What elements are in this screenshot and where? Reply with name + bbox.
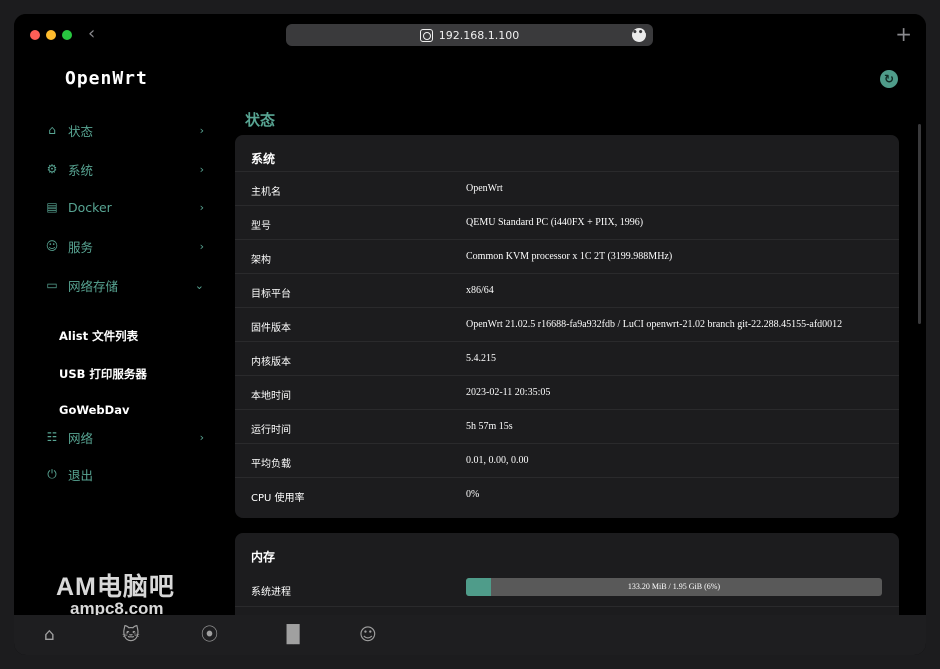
table-row: 型号 QEMU Standard PC (i440FX + PIIX, 1996… xyxy=(235,205,899,239)
brand-logo[interactable]: OpenWrt xyxy=(65,68,148,89)
sidebar-item-label: 网络存储 xyxy=(68,278,119,294)
table-row: 平均负载 0.01, 0.00, 0.00 xyxy=(235,443,899,477)
sidebar-item-services[interactable]: ☺ 服务 › xyxy=(44,235,204,257)
row-key: 本地时间 xyxy=(251,391,291,402)
watermark-logo: AM电脑吧 ampc8.com xyxy=(56,567,175,619)
row-key: 平均负载 xyxy=(251,459,291,470)
sidebar-item-status[interactable]: ⌂ 状态 › xyxy=(44,119,204,141)
table-row: 固件版本 OpenWrt 21.02.5 r16688-fa9a932fdb /… xyxy=(235,307,899,341)
memory-progress-bar: 133.20 MiB / 1.95 GiB (6%) xyxy=(466,578,882,596)
sidebar-subitem-alist[interactable]: Alist 文件列表 xyxy=(59,328,138,344)
row-value: OpenWrt 21.02.5 r16688-fa9a932fdb / LuCI… xyxy=(466,319,843,330)
browser-window: ‹ 192.168.1.100 ••• + OpenWrt ↻ ⌂ 状态 › ⚙… xyxy=(14,14,926,655)
row-key: 运行时间 xyxy=(251,425,291,436)
network-icon: ☷ xyxy=(46,430,58,444)
row-key: 型号 xyxy=(251,221,271,232)
sidebar-item-nas[interactable]: ▭ 网络存储 ⌄ xyxy=(44,274,204,296)
row-value: x86/64 xyxy=(466,285,494,296)
sidebar-item-label: 状态 xyxy=(68,123,94,139)
memory-card-title: 内存 xyxy=(251,550,276,564)
row-value: OpenWrt xyxy=(466,183,503,194)
chevron-right-icon: › xyxy=(199,430,204,444)
row-key: 目标平台 xyxy=(251,289,291,300)
row-value: 2023-02-11 20:35:05 xyxy=(466,387,551,398)
memory-progress-text: 133.20 MiB / 1.95 GiB (6%) xyxy=(627,582,721,591)
sidebar-subitem-gowebdav[interactable]: GoWebDav xyxy=(59,403,129,417)
cat-icon[interactable]: 🐱︎ xyxy=(122,625,140,645)
docker-icon: ▤ xyxy=(46,200,58,214)
bar-chart-icon[interactable]: ▐▌ xyxy=(280,625,306,645)
chevron-right-icon: › xyxy=(199,162,204,176)
row-value: Common KVM processor x 1C 2T (3199.988MH… xyxy=(466,251,673,262)
sidebar-item-label: 服务 xyxy=(68,239,94,255)
compass-icon[interactable]: ⦿ xyxy=(201,625,218,645)
row-value: 5.4.215 xyxy=(466,353,496,364)
sidebar-item-label: 网络 xyxy=(68,430,94,446)
sidebar-item-logout[interactable]: ⏻ 退出 xyxy=(44,463,204,485)
user-service-icon: ☺ xyxy=(45,239,59,253)
power-icon: ⏻ xyxy=(47,466,57,481)
row-key: 架构 xyxy=(251,255,271,266)
table-row: 运行时间 5h 57m 15s xyxy=(235,409,899,443)
user-icon[interactable]: ☺ xyxy=(359,625,377,645)
home-icon: ⌂ xyxy=(48,123,56,137)
browser-titlebar: ‹ 192.168.1.100 ••• + xyxy=(14,14,926,56)
row-key: 内核版本 xyxy=(251,357,291,368)
scrollbar[interactable] xyxy=(918,124,921,324)
row-key: 主机名 xyxy=(251,187,281,198)
sidebar-subitem-usb-printer[interactable]: USB 打印服务器 xyxy=(59,366,147,382)
new-tab-icon[interactable]: + xyxy=(895,22,912,46)
row-value: QEMU Standard PC (i440FX + PIIX, 1996) xyxy=(466,217,644,228)
url-text: 192.168.1.100 xyxy=(438,28,520,42)
close-window-button[interactable] xyxy=(30,30,40,40)
table-row: 主机名 OpenWrt xyxy=(235,171,899,205)
row-key: 系统进程 xyxy=(251,587,291,598)
page-title: 状态 xyxy=(245,111,276,129)
chevron-right-icon: › xyxy=(199,200,204,214)
more-icon[interactable]: ••• xyxy=(632,28,649,42)
sidebar-item-docker[interactable]: ▤ Docker › xyxy=(44,196,204,218)
system-card: 系统 主机名 OpenWrt 型号 QEMU Standard PC (i440… xyxy=(235,135,899,518)
sidebar-item-network[interactable]: ☷ 网络 › xyxy=(44,426,204,448)
row-value: 0% xyxy=(466,489,480,500)
table-row: 目标平台 x86/64 xyxy=(235,273,899,307)
table-row: 内核版本 5.4.215 xyxy=(235,341,899,375)
sidebar-item-label: 退出 xyxy=(68,467,94,483)
refresh-icon[interactable]: ↻ xyxy=(880,70,898,88)
sidebar-item-system[interactable]: ⚙ 系统 › xyxy=(44,158,204,180)
address-bar[interactable]: 192.168.1.100 ••• xyxy=(286,24,653,46)
chevron-right-icon: › xyxy=(199,239,204,253)
row-key: CPU 使用率 xyxy=(251,493,305,504)
minimize-window-button[interactable] xyxy=(46,30,56,40)
sidebar-item-label: Docker xyxy=(68,199,112,215)
row-value: 0.01, 0.00, 0.00 xyxy=(466,455,529,466)
chevron-down-icon: ⌄ xyxy=(194,278,204,292)
sidebar-item-label: 系统 xyxy=(68,162,94,178)
table-row: 本地时间 2023-02-11 20:35:05 xyxy=(235,375,899,409)
storage-icon: ▭ xyxy=(46,278,58,292)
gear-icon: ⚙ xyxy=(46,162,58,176)
site-icon xyxy=(419,28,433,42)
row-value: 5h 57m 15s xyxy=(466,421,513,432)
back-chevron-icon[interactable]: ‹ xyxy=(88,24,95,44)
maximize-window-button[interactable] xyxy=(62,30,72,40)
row-key: 固件版本 xyxy=(251,323,291,334)
table-row: CPU 使用率 0% xyxy=(235,477,899,511)
home-icon[interactable]: ⌂ xyxy=(44,625,55,645)
watermark-line-1: AM电脑吧 xyxy=(56,573,175,601)
bottom-toolbar: ⌂ 🐱︎ ⦿ ▐▌ ☺ xyxy=(14,615,926,655)
table-row: 架构 Common KVM processor x 1C 2T (3199.98… xyxy=(235,239,899,273)
chevron-right-icon: › xyxy=(199,123,204,137)
system-card-title: 系统 xyxy=(251,152,276,166)
